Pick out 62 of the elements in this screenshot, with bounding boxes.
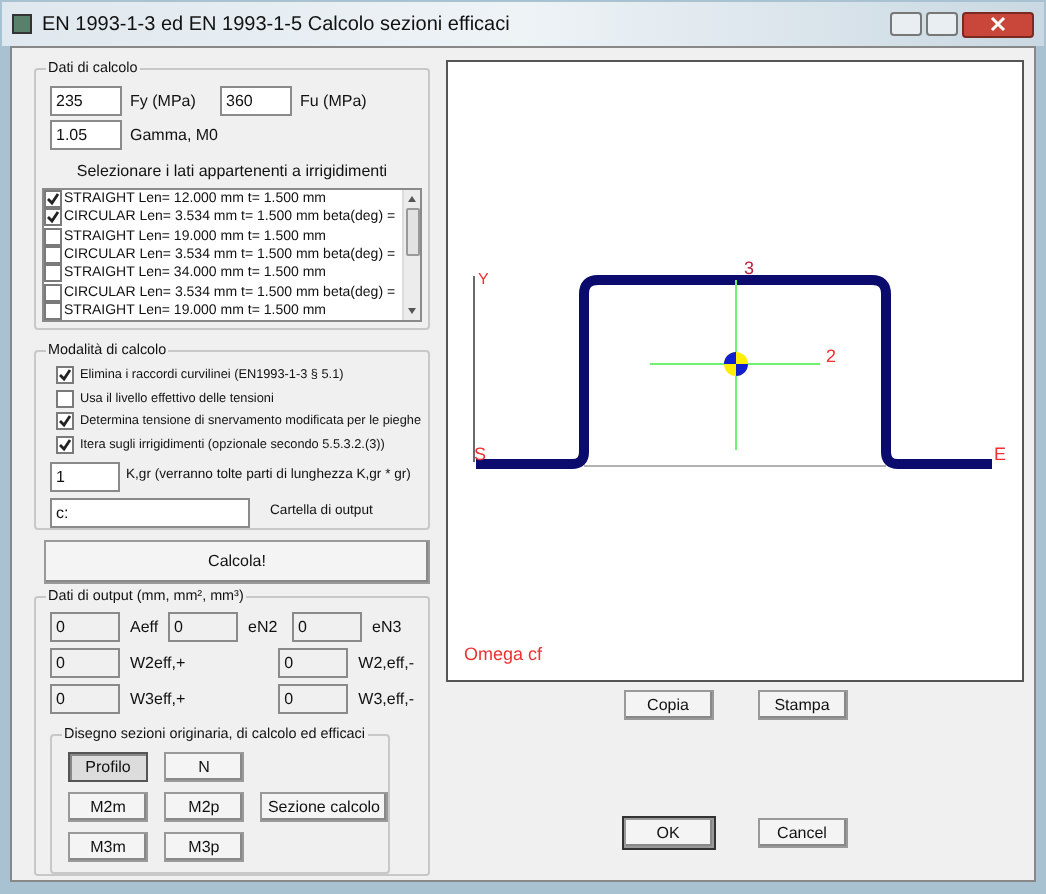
close-icon[interactable]: [962, 11, 1034, 37]
input-field[interactable]: c:: [50, 497, 250, 527]
field-label: W3eff,+: [130, 687, 186, 711]
start-label: S: [474, 444, 487, 464]
output-field[interactable]: 0: [292, 612, 362, 642]
push-button[interactable]: Stampa: [757, 690, 847, 720]
checkbox[interactable]: [44, 246, 62, 265]
field-label: eN2: [248, 615, 278, 639]
field-label: Fu (MPa): [300, 89, 367, 113]
scrollbar[interactable]: [402, 190, 420, 320]
end-label: E: [994, 444, 1007, 464]
field-label: Gamma, M0: [130, 123, 219, 147]
input-field[interactable]: 1.05: [50, 120, 122, 150]
scroll-down-icon[interactable]: [408, 308, 416, 314]
output-field[interactable]: 0: [278, 648, 349, 678]
output-field[interactable]: 0: [50, 612, 120, 642]
maximize-icon[interactable]: [926, 12, 958, 36]
side-list[interactable]: [42, 188, 422, 322]
window-title: EN 1993-1-3 ed EN 1993-1-5 Calcolo sezioni efficaci: [42, 11, 512, 39]
field-label: W2,eff,-: [358, 651, 414, 675]
checkbox[interactable]: [44, 283, 62, 302]
push-button[interactable]: Copia: [623, 690, 713, 720]
input-field[interactable]: 1: [50, 461, 120, 491]
push-button[interactable]: M2p: [163, 792, 244, 822]
field-label: W3,eff,-: [358, 687, 414, 711]
push-button[interactable]: M2m: [68, 792, 148, 822]
checkbox[interactable]: [44, 227, 62, 246]
field-label: Fy (MPa): [130, 89, 198, 113]
checkbox[interactable]: [56, 412, 74, 430]
checkbox[interactable]: [56, 366, 74, 384]
list-heading: Selezionare i lati appartenenti a irrigidimenti: [74, 162, 390, 182]
scroll-up-icon[interactable]: [408, 196, 416, 202]
push-button[interactable]: Cancel: [757, 818, 847, 848]
axis-label: 2: [826, 346, 837, 366]
output-field[interactable]: 0: [278, 684, 349, 714]
axis-label: 3: [744, 258, 755, 278]
input-field[interactable]: 235: [50, 86, 122, 116]
scroll-thumb[interactable]: [405, 208, 419, 256]
push-button[interactable]: OK: [623, 818, 713, 848]
checkbox[interactable]: [44, 190, 62, 209]
checkbox[interactable]: [56, 389, 74, 407]
section-name: Omega cf: [464, 642, 545, 668]
field-label: Aeff: [130, 615, 159, 639]
output-field[interactable]: 0: [50, 648, 120, 678]
push-button[interactable]: M3m: [68, 832, 148, 862]
checkbox[interactable]: [44, 264, 62, 283]
push-button[interactable]: M3p: [163, 832, 244, 862]
input-field[interactable]: 360: [220, 86, 292, 116]
checkbox[interactable]: [44, 208, 62, 227]
push-button[interactable]: N: [163, 752, 244, 782]
app-icon: [12, 14, 32, 34]
push-button[interactable]: Sezione calcolo: [259, 792, 388, 822]
centroid-icon: [724, 352, 748, 376]
field-label: W2eff,+: [130, 651, 186, 675]
output-field[interactable]: 0: [50, 684, 120, 714]
push-button[interactable]: Profilo: [68, 752, 148, 782]
axis-label: Y: [478, 270, 489, 288]
push-button[interactable]: Calcola!: [44, 540, 430, 584]
minimize-icon[interactable]: [890, 12, 922, 36]
checkbox[interactable]: [56, 435, 74, 453]
field-label: eN3: [372, 615, 402, 639]
output-field[interactable]: 0: [168, 612, 238, 642]
